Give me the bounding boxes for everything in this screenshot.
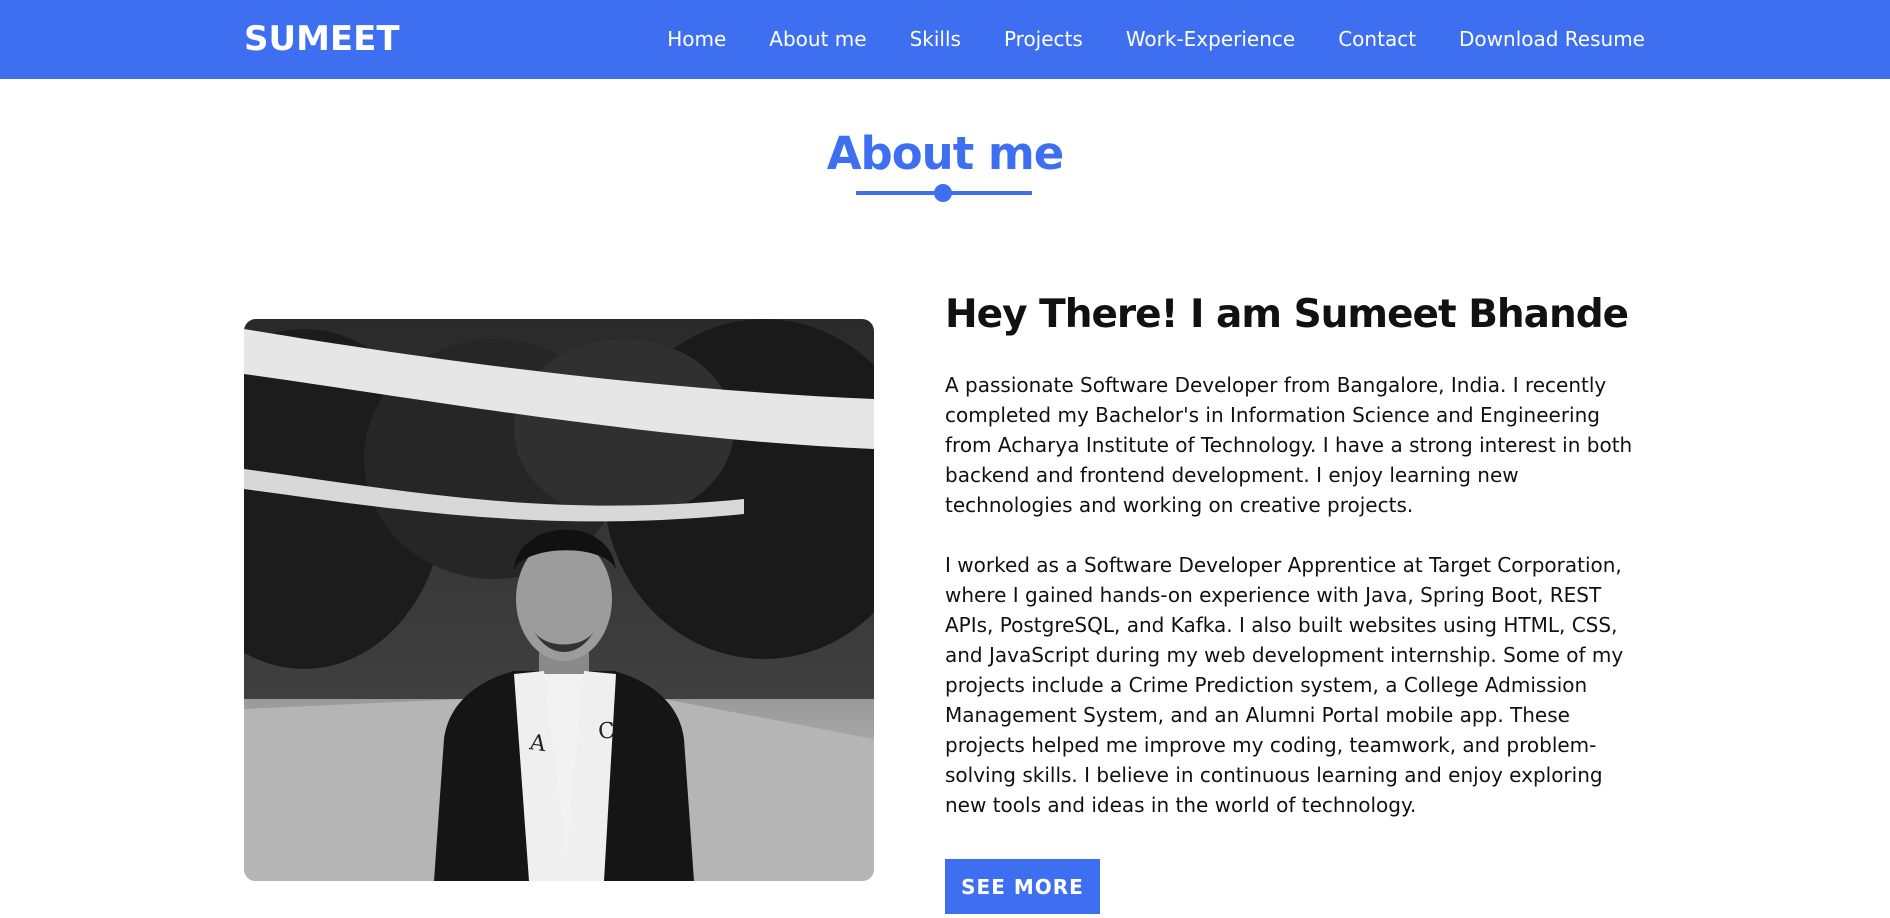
nav-links: Home About me Skills Projects Work-Exper… [667,24,1645,54]
see-more-button[interactable]: SEE MORE [945,859,1100,914]
nav-link-about[interactable]: About me [769,27,866,51]
nav-item-projects: Projects [1004,24,1083,54]
nav-item-home: Home [667,24,726,54]
title-underline-dot [934,184,952,202]
about-paragraph-2: I worked as a Software Developer Apprent… [945,553,1624,817]
nav-link-home[interactable]: Home [667,27,726,51]
nav-item-contact: Contact [1338,24,1416,54]
profile-photo: A C [244,319,874,881]
section-title: About me [826,127,1065,180]
about-content: Hey There! I am Sumeet Bhande A passiona… [945,289,1645,817]
nav-link-work-experience[interactable]: Work-Experience [1126,27,1295,51]
brand-logo[interactable]: SUMEET [244,16,400,62]
nav-link-projects[interactable]: Projects [1004,27,1083,51]
nav-link-skills[interactable]: Skills [910,27,961,51]
about-paragraph-1: A passionate Software Developer from Ban… [945,373,1633,517]
nav-item-skills: Skills [910,24,961,54]
greeting-heading: Hey There! I am Sumeet Bhande [945,292,1629,337]
nav-link-contact[interactable]: Contact [1338,27,1416,51]
nav-item-download-resume: Download Resume [1459,24,1645,54]
svg-text:C: C [597,718,616,745]
navbar: SUMEET Home About me Skills Projects Wor… [0,0,1890,79]
nav-item-work-experience: Work-Experience [1126,24,1295,54]
nav-link-download-resume[interactable]: Download Resume [1459,27,1645,51]
nav-item-about: About me [769,24,866,54]
